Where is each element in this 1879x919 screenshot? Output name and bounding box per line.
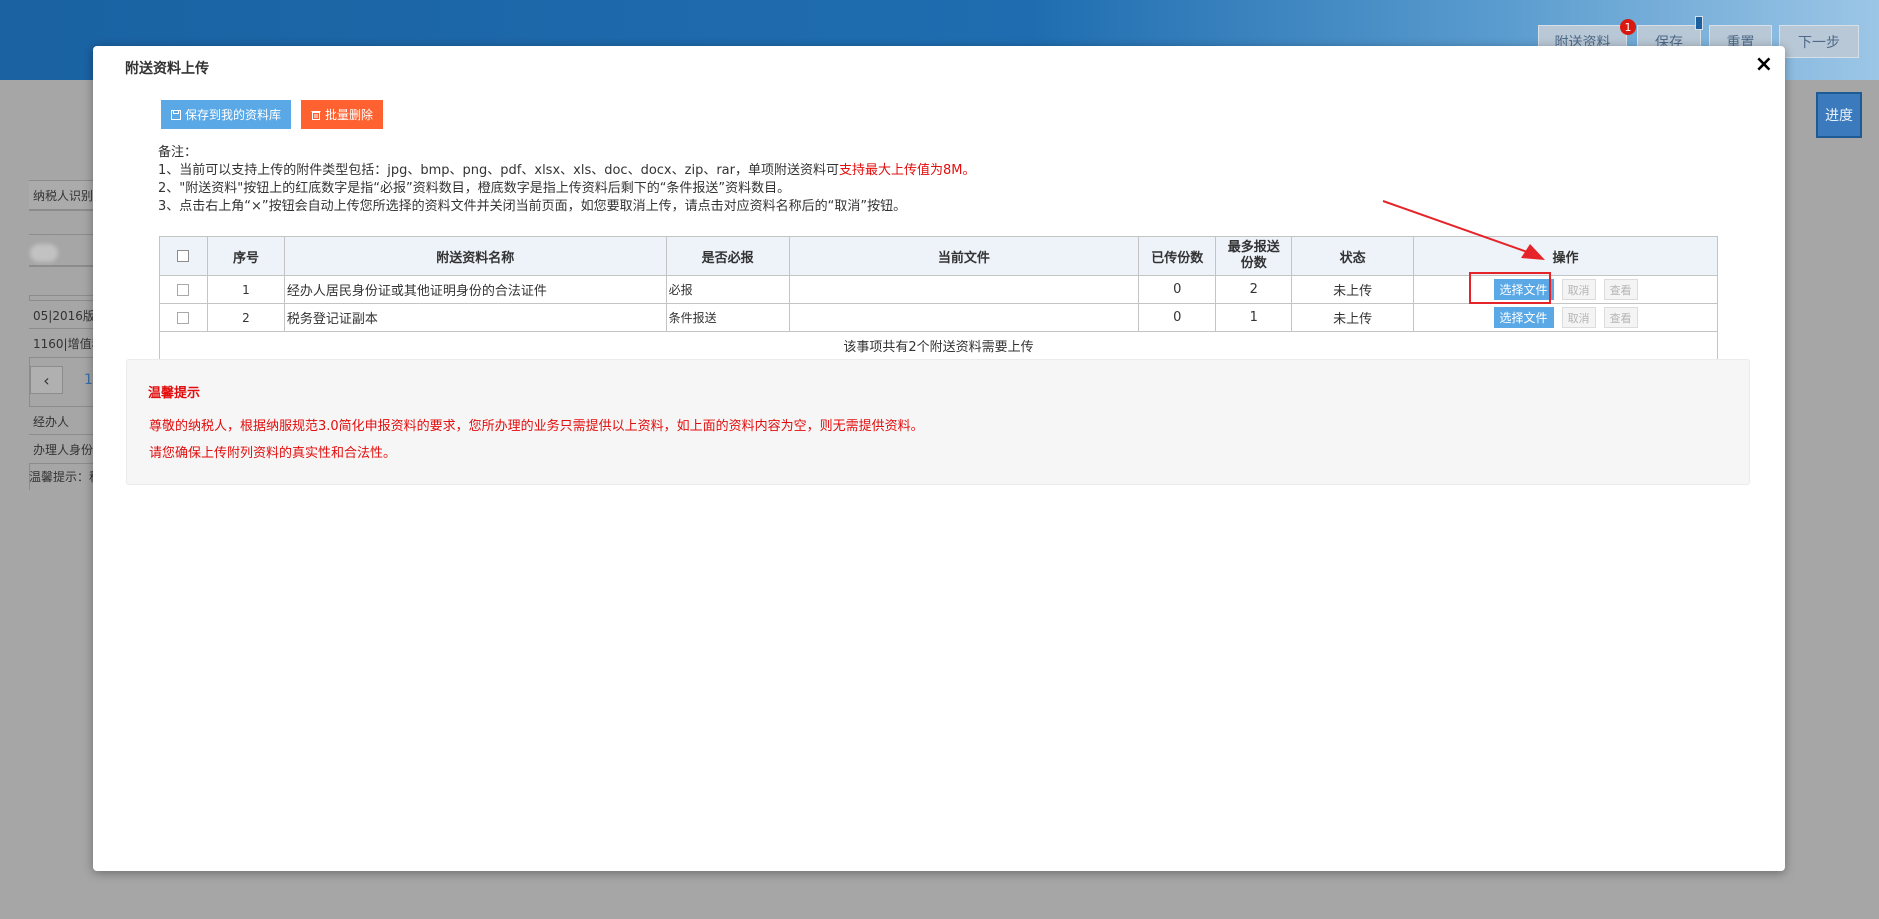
- tip-line-2: 请您确保上传附列资料的真实性和合法性。: [149, 446, 397, 461]
- row-actions: 选择文件 取消 查看: [1414, 279, 1717, 300]
- cancel-upload-button: 取消: [1561, 279, 1596, 300]
- select-all-checkbox[interactable]: [177, 250, 190, 262]
- dialog-toolbar: 保存到我的资料库 批量删除: [161, 100, 384, 129]
- row-max: 1: [1215, 303, 1293, 332]
- trash-icon: [311, 110, 321, 120]
- background-tip: 温馨提示：税: [29, 470, 95, 484]
- highlight-box: [1469, 272, 1551, 304]
- row-required: 条件报送: [665, 303, 790, 332]
- table-summary: 该事项共有2个附送资料需要上传: [159, 331, 1718, 360]
- notes-heading: 备注：: [158, 145, 198, 160]
- col-required: 是否必报: [665, 236, 790, 276]
- table-summary-row: 该事项共有2个附送资料需要上传: [159, 331, 1718, 360]
- notes-line-2: 2、"附送资料"按钮上的红底数字是指“必报”资料数目，橙底数字是指上传资料后剩下…: [158, 181, 791, 196]
- upload-dialog: 附送资料上传 × 保存到我的资料库 批量删除 备注： 1、当前可以支持上传的附件…: [93, 46, 1785, 871]
- notes-block: 备注： 1、当前可以支持上传的附件类型包括：jpg、bmp、png、pdf、xl…: [158, 144, 975, 216]
- view-file-button: 查看: [1603, 279, 1638, 300]
- arrow-annotation-icon: [1382, 200, 1545, 260]
- row-current-file: [788, 303, 1140, 332]
- next-step-button[interactable]: 下一步: [1779, 25, 1859, 58]
- pager-page-number[interactable]: 1: [84, 372, 93, 388]
- tip-panel: 温馨提示 尊敬的纳税人，根据纳服规范3.0简化申报资料的要求，您所办理的业务只需…: [126, 359, 1750, 485]
- row-name: 税务登记证副本: [283, 303, 667, 332]
- header-marker: [1695, 16, 1703, 30]
- row-index: 1: [206, 275, 285, 304]
- row-status: 未上传: [1291, 303, 1415, 332]
- cancel-upload-button: 取消: [1561, 307, 1596, 328]
- save-to-library-button[interactable]: 保存到我的资料库: [161, 100, 292, 129]
- notes-line-3: 3、点击右上角“×”按钮会自动上传您所选择的资料文件并关闭当前页面，如您要取消上…: [158, 199, 907, 214]
- row-actions: 选择文件 取消 查看: [1414, 307, 1717, 328]
- col-name: 附送资料名称: [283, 236, 667, 276]
- form-row-version: 05|2016版: [29, 300, 95, 330]
- choose-file-button[interactable]: 选择文件: [1493, 307, 1554, 328]
- row-current-file: [788, 275, 1140, 304]
- notes-line-1: 1、当前可以支持上传的附件类型包括：jpg、bmp、png、pdf、xlsx、x…: [158, 163, 976, 178]
- tip-title: 温馨提示: [148, 386, 201, 401]
- row-checkbox[interactable]: [177, 311, 190, 324]
- row-index: 2: [206, 303, 285, 332]
- save-icon: [171, 109, 181, 120]
- view-file-button: 查看: [1603, 307, 1638, 328]
- col-uploaded: 已传份数: [1138, 236, 1217, 276]
- row-status: 未上传: [1291, 275, 1415, 304]
- row-max: 2: [1215, 275, 1293, 304]
- pager-prev-button[interactable]: ‹: [30, 366, 63, 394]
- col-index: 序号: [206, 236, 285, 276]
- row-required: 必报: [665, 275, 790, 304]
- col-max: 最多报送 份数: [1215, 236, 1293, 276]
- form-row-empty-2: [29, 266, 95, 296]
- avatar: [30, 244, 58, 262]
- table-row: 2 税务登记证副本 条件报送 0 1 未上传 选择文件 取消 查看: [159, 303, 1718, 332]
- dialog-title: 附送资料上传: [125, 61, 209, 77]
- attach-badge: 1: [1620, 19, 1636, 35]
- form-row-agent-id: 办理人身份: [29, 434, 95, 464]
- close-icon[interactable]: ×: [1755, 54, 1773, 76]
- row-uploaded: 0: [1138, 303, 1217, 332]
- row-uploaded: 0: [1138, 275, 1217, 304]
- max-size-note: 支持最大上传值为8M。: [838, 163, 976, 178]
- row-checkbox[interactable]: [177, 283, 190, 296]
- row-name: 经办人居民身份证或其他证明身份的合法证件: [283, 275, 667, 304]
- select-all-cell: [159, 236, 208, 276]
- progress-button[interactable]: 进度: [1816, 92, 1862, 138]
- form-row-vat: 1160|增值税: [29, 328, 95, 358]
- form-row-taxpayer-id: 纳税人识别: [29, 180, 95, 210]
- col-current-file: 当前文件: [788, 236, 1140, 276]
- batch-delete-button[interactable]: 批量删除: [301, 100, 384, 129]
- tip-line-1: 尊敬的纳税人，根据纳服规范3.0简化申报资料的要求，您所办理的业务只需提供以上资…: [149, 419, 924, 434]
- form-row-agent: 经办人: [29, 406, 95, 436]
